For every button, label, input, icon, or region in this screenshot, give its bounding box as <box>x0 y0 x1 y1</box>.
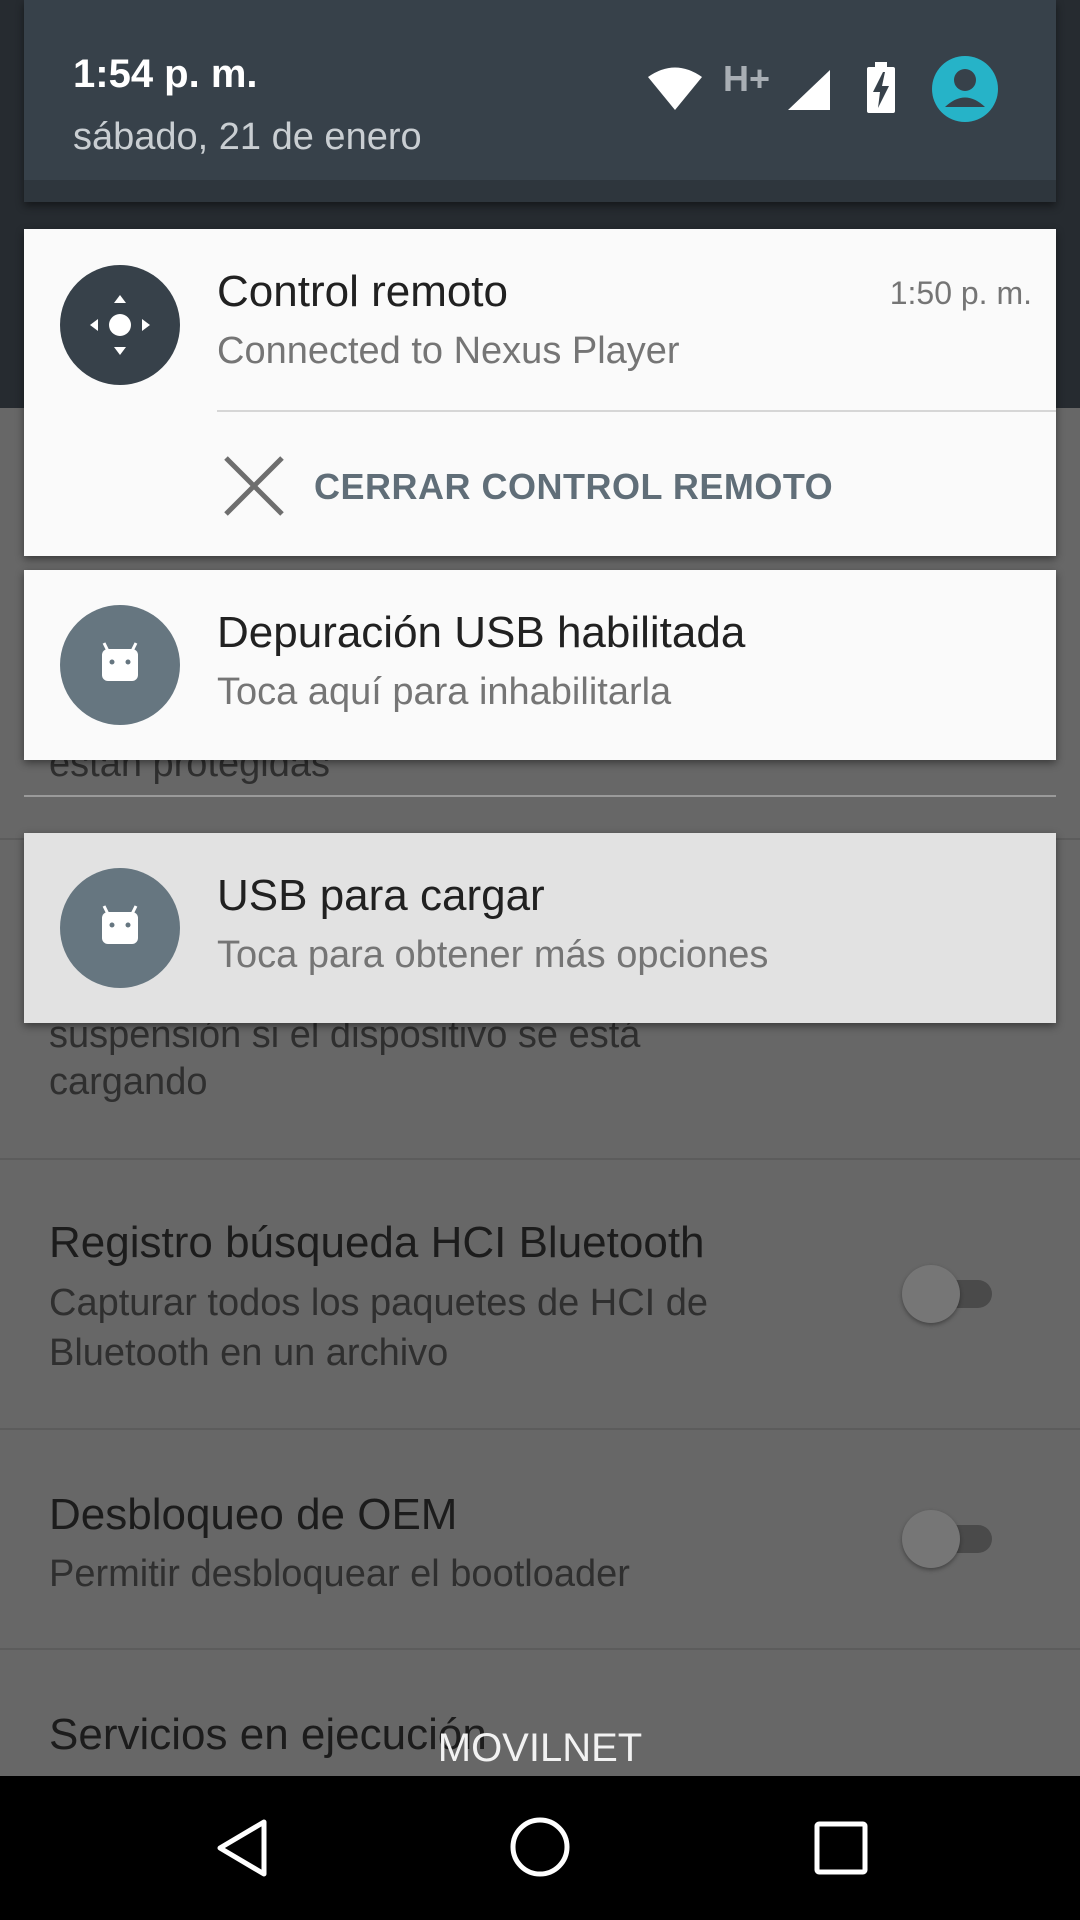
notification-text: Toca para obtener más opciones <box>217 934 769 976</box>
notification-shade-header: 1:54 p. m. sábado, 21 de enero H+ <box>24 0 1056 202</box>
battery-charging-icon <box>867 62 895 113</box>
notification-text: Connected to Nexus Player <box>217 330 680 372</box>
setting-stay-awake-subtitle: cargando <box>49 1061 208 1103</box>
notification-text: Toca aquí para inhabilitarla <box>217 671 672 713</box>
divider <box>24 795 1056 797</box>
notification-time: 1:50 p. m. <box>889 275 1032 311</box>
notification-usb-debugging[interactable]: Depuración USB habilitada Toca aquí para… <box>24 570 1056 760</box>
divider <box>0 1648 1080 1650</box>
setting-subtitle: Bluetooth en un archivo <box>49 1332 449 1374</box>
divider <box>0 1428 1080 1430</box>
user-icon[interactable] <box>932 56 998 122</box>
back-icon[interactable] <box>212 1816 272 1880</box>
carrier-label: MOVILNET <box>437 1726 643 1770</box>
oem-unlock-toggle[interactable] <box>902 1508 997 1570</box>
notification-title: Depuración USB habilitada <box>217 608 746 657</box>
date[interactable]: sábado, 21 de enero <box>73 116 422 159</box>
navigation-bar <box>0 1776 1080 1920</box>
setting-subtitle: Capturar todos los paquetes de HCI de <box>49 1282 709 1324</box>
close-icon <box>224 456 284 516</box>
setting-title: Desbloqueo de OEM <box>49 1490 458 1539</box>
home-icon[interactable] <box>509 1816 571 1878</box>
close-remote-label: CERRAR CONTROL REMOTO <box>314 466 834 507</box>
setting-title: Registro búsqueda HCI Bluetooth <box>49 1218 705 1267</box>
notification-title: USB para cargar <box>217 871 545 920</box>
notification-remote-control[interactable]: Control remoto 1:50 p. m. Connected to N… <box>24 229 1056 556</box>
android-icon <box>60 868 180 988</box>
setting-subtitle: Permitir desbloquear el bootloader <box>49 1553 630 1595</box>
remote-dpad-icon <box>60 265 180 385</box>
notification-divider <box>217 410 1056 412</box>
wifi-icon <box>648 67 702 110</box>
network-type-label: H+ <box>723 58 771 99</box>
android-icon <box>60 605 180 725</box>
notification-usb-charging[interactable]: USB para cargar Toca para obtener más op… <box>24 833 1056 1023</box>
divider <box>0 1158 1080 1160</box>
signal-icon <box>788 70 830 110</box>
hci-bluetooth-toggle[interactable] <box>902 1263 997 1325</box>
recents-icon[interactable] <box>813 1820 869 1876</box>
clock: 1:54 p. m. <box>73 52 258 96</box>
notification-title: Control remoto <box>217 267 509 316</box>
